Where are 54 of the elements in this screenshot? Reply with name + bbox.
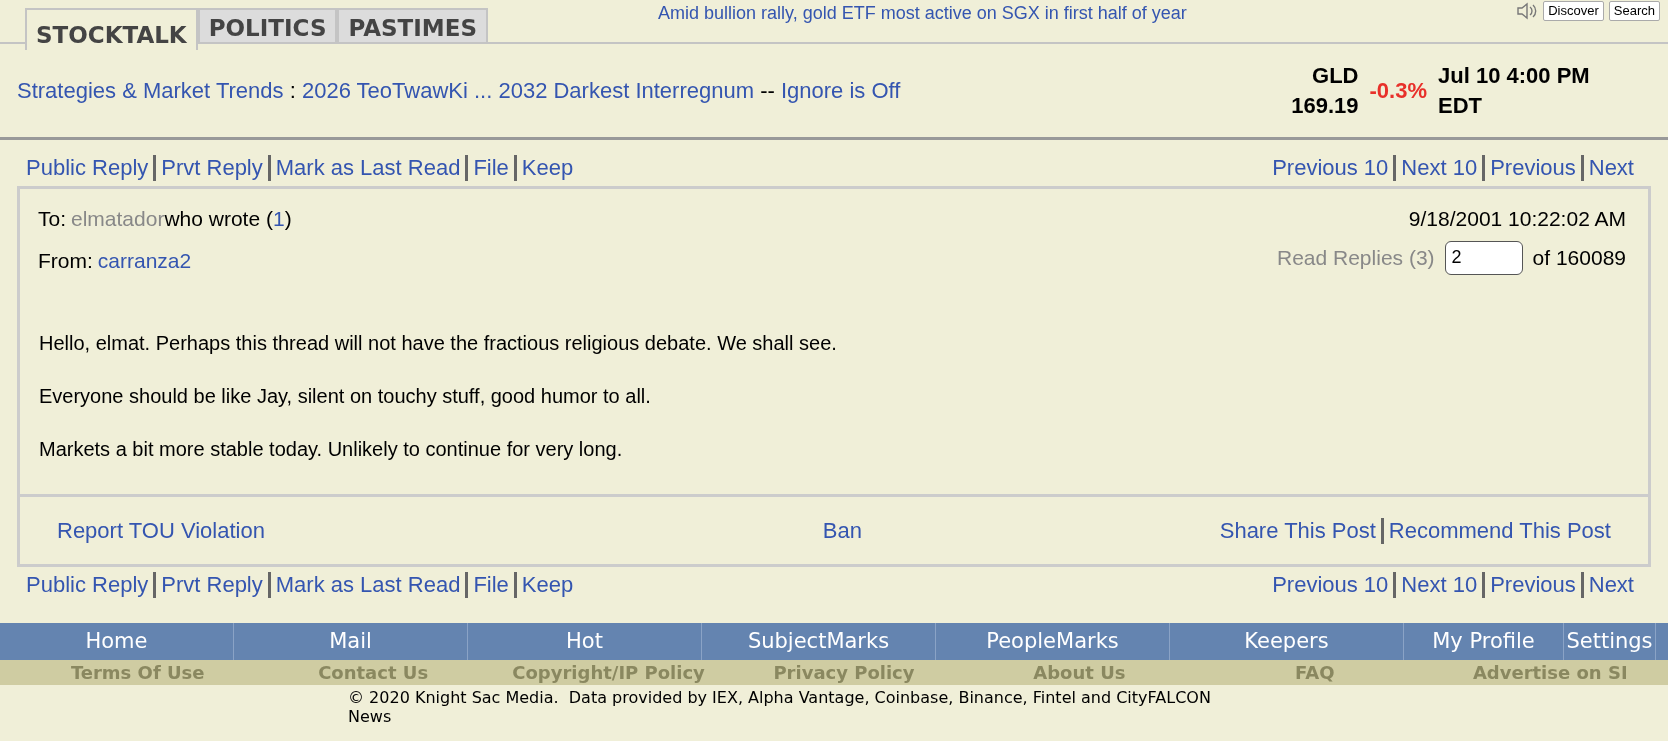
post-paragraph: Markets a bit more stable today. Unlikely to continue for very long.	[39, 437, 624, 462]
action-link[interactable]: Prvt Reply	[161, 571, 263, 599]
action-link[interactable]: Mark as Last Read	[275, 571, 461, 599]
ignore-link[interactable]: Ignore is Off	[780, 78, 901, 103]
ban-link[interactable]: Ban	[822, 514, 862, 547]
action-link[interactable]: Public Reply	[26, 154, 149, 182]
post-date: 9/18/2001 10:22:02 AM	[1408, 206, 1626, 232]
to-label: To:	[38, 206, 66, 232]
from-label: From:	[38, 247, 93, 274]
read-replies-link[interactable]: Read Replies (3)	[1277, 241, 1435, 274]
separator-text: --	[759, 78, 776, 103]
section-tab[interactable]: STOCKTALK	[25, 8, 198, 50]
wrote-text: )	[284, 206, 292, 232]
action-link[interactable]: Keep	[521, 154, 574, 182]
board-link[interactable]: Strategies & Market Trends	[17, 78, 284, 103]
copyright-text: © 2020 Knight Sac Media. Data provided by IEX, Alpha Vantage, Coinbase, Binance, Fintel and CityFALCON	[348, 688, 1212, 707]
share-link[interactable]: Share This Post	[1219, 514, 1376, 547]
ticker-symbol: GLD	[1311, 61, 1359, 90]
pager-link[interactable]: Next 10	[1401, 154, 1478, 182]
section-tab[interactable]: POLITICS	[197, 8, 338, 42]
wrote-text: who wrote (	[164, 206, 273, 232]
copyright-text: News	[348, 707, 393, 726]
pager-link[interactable]: Previous	[1490, 154, 1576, 182]
separator-text: :	[288, 78, 297, 103]
action-link[interactable]: Public Reply	[26, 571, 149, 599]
top-button[interactable]: Search	[1608, 1, 1660, 21]
pager-link[interactable]: Previous	[1490, 571, 1576, 599]
price-change: -0.3%	[1369, 76, 1427, 105]
reply-ref-link[interactable]: 1	[272, 203, 285, 235]
action-link[interactable]: Prvt Reply	[161, 154, 263, 182]
headline-link[interactable]: Amid bullion rally, gold ETF most active on SGX in first half of year	[658, 0, 1187, 27]
total-text: of 160089	[1532, 244, 1626, 271]
top-button[interactable]: Discover	[1543, 1, 1604, 21]
action-link[interactable]: File	[473, 154, 509, 182]
message-number-field[interactable]: 2	[1444, 240, 1523, 275]
thread-link[interactable]: 2026 TeoTwawKi ... 2032 Darkest Interregnum	[301, 78, 754, 103]
section-tab[interactable]: PASTIMES	[337, 8, 488, 42]
author-link[interactable]: carranza2	[97, 244, 192, 276]
action-link[interactable]: File	[473, 571, 509, 599]
post-paragraph: Everyone should be like Jay, silent on touchy stuff, good humor to all.	[39, 384, 652, 409]
action-link[interactable]: Mark as Last Read	[275, 154, 461, 182]
pager-link[interactable]: Next	[1588, 154, 1634, 182]
quote-time: Jul 10 4:00 PM EDT	[1438, 61, 1591, 120]
pager-link[interactable]: Previous 10	[1272, 154, 1389, 182]
speaker-icon[interactable]	[1516, 2, 1539, 20]
recipient-link[interactable]: elmatador	[71, 203, 165, 235]
pager-link[interactable]: Next 10	[1401, 571, 1478, 599]
post-paragraph: Hello, elmat. Perhaps this thread will not have the fractious religious debate. We shall see.	[39, 331, 838, 356]
pager-link[interactable]: Next	[1588, 571, 1634, 599]
pager-link[interactable]: Previous 10	[1272, 571, 1389, 599]
action-link[interactable]: Keep	[521, 571, 574, 599]
ticker-price: 169.19	[1291, 91, 1359, 120]
recommend-link[interactable]: Recommend This Post	[1388, 514, 1611, 547]
report-link[interactable]: Report TOU Violation	[57, 514, 265, 547]
